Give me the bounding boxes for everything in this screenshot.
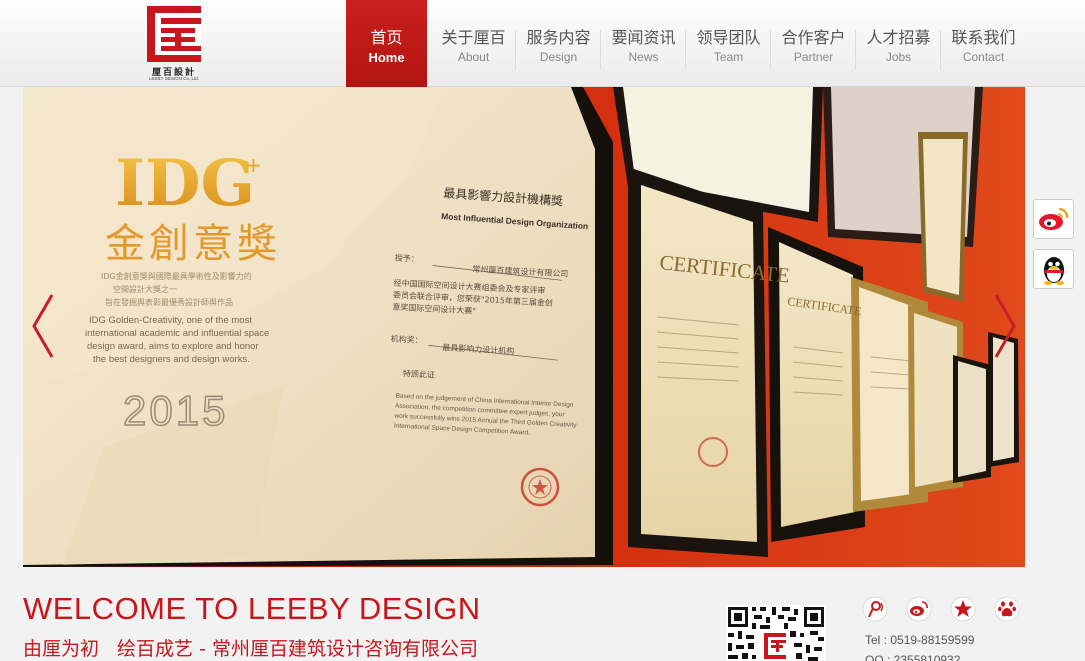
svg-text:international academic and inf: international academic and influential s… [85,328,269,339]
nav-item-cn-label: 服务内容 [526,28,591,47]
hero-banner: CERTIFICATE CERTIFICATE IDG + 金創意獎 IDG金創… [23,87,1025,567]
nav-item-cn-label: 领导团队 [696,28,761,47]
welcome-heading: WELCOME TO LEEBY DESIGN [23,591,481,626]
side-qq-button[interactable] [1033,249,1074,289]
logo-en-text: LEEBY DESIGN Co.,Ltd. [149,76,199,81]
qr-code-icon [724,603,828,661]
weibo-icon [1039,207,1069,230]
nav-item-cn-label: 人才招募 [866,28,931,47]
side-weibo-button[interactable] [1033,199,1074,239]
contact-qq: QQ : 2355810932 [865,653,961,661]
carousel-prev-arrow-icon[interactable] [28,293,58,359]
contact-info: Tel : 0519-88159599 QQ : 2355810932 [865,630,974,661]
nav-item-cn-label: 要闻资讯 [611,28,676,47]
contact-tel: Tel : 0519-88159599 [865,633,975,647]
svg-text:授予：: 授予： [395,253,419,264]
nav-item-cn-label: 首页 [370,28,403,47]
tencent-weibo-icon[interactable] [862,596,888,622]
nav-item-en-label: Home [368,50,405,65]
nav-item-news[interactable]: 要闻资讯 News [601,0,686,87]
slogan-part-a: 由厘为初 [23,638,100,660]
nav-item-cn-label: 联系我们 [951,28,1016,47]
idg-logo-text: IDG [115,146,255,221]
svg-text:IDG金創意獎與國際最具學術性及影響力的: IDG金創意獎與國際最具學術性及影響力的 [101,271,252,281]
banner-photo: CERTIFICATE CERTIFICATE IDG + 金創意獎 IDG金創… [23,87,1025,567]
nav-item-en-label: Contact [962,50,1005,64]
site-header: 厘百設計 LEEBY DESIGN Co.,Ltd. 首页 Home 关于厘百 … [0,0,1085,87]
svg-text:空間設計大獎之一: 空間設計大獎之一 [113,284,177,294]
nav-item-partner[interactable]: 合作客户 Partner [771,0,856,87]
nav-item-design[interactable]: 服务内容 Design [516,0,601,87]
star-icon[interactable] [950,596,976,622]
svg-text:旨在發掘與表彰最優秀設計師與作品: 旨在發掘與表彰最優秀設計師與作品 [105,297,233,307]
award-year-text: 2015 [123,387,228,434]
qq-icon [1044,257,1064,285]
svg-text:IDG Golden-Creativity, one of: IDG Golden-Creativity, one of the most [89,315,252,326]
nav-item-cn-label: 关于厘百 [441,28,506,47]
carousel-next-arrow-icon[interactable] [990,293,1020,359]
nav-item-home[interactable]: 首页 Home [346,0,427,87]
nav-item-en-label: News [628,50,659,64]
slogan-part-b: 绘百成艺 - 常州厘百建筑设计咨询有限公司 [117,638,478,660]
nav-item-en-label: About [457,50,490,64]
social-links [862,596,1038,622]
idg-cn-text: 金創意獎 [105,221,281,267]
svg-text:design award, aims to explore: design award, aims to explore and honor [87,341,259,352]
nav-item-contact[interactable]: 联系我们 Contact [941,0,1026,87]
main-nav: 首页 Home 关于厘百 About 服务内容 Design 要闻资讯 News… [346,0,1026,87]
nav-item-en-label: Jobs [885,50,912,64]
nav-item-about[interactable]: 关于厘百 About [431,0,516,87]
nav-item-jobs[interactable]: 人才招募 Jobs [856,0,941,87]
nav-item-team[interactable]: 领导团队 Team [686,0,771,87]
nav-item-cn-label: 合作客户 [781,28,846,47]
nav-item-en-label: Team [713,50,744,64]
svg-text:the best designers and design: the best designers and design works. [93,354,250,365]
site-logo[interactable]: 厘百設計 LEEBY DESIGN Co.,Ltd. [141,4,207,82]
sina-weibo-icon[interactable] [906,596,932,622]
nav-item-en-label: Partner [793,50,834,64]
baidu-paw-icon[interactable] [994,596,1020,622]
svg-text:+: + [245,153,262,177]
nav-item-en-label: Design [539,50,578,64]
logo-mark-icon [147,6,201,62]
svg-text:特颁此证: 特颁此证 [403,368,435,380]
svg-text:机构奖：: 机构奖： [390,333,422,345]
company-slogan: 由厘为初 绘百成艺 - 常州厘百建筑设计咨询有限公司 [23,634,478,661]
